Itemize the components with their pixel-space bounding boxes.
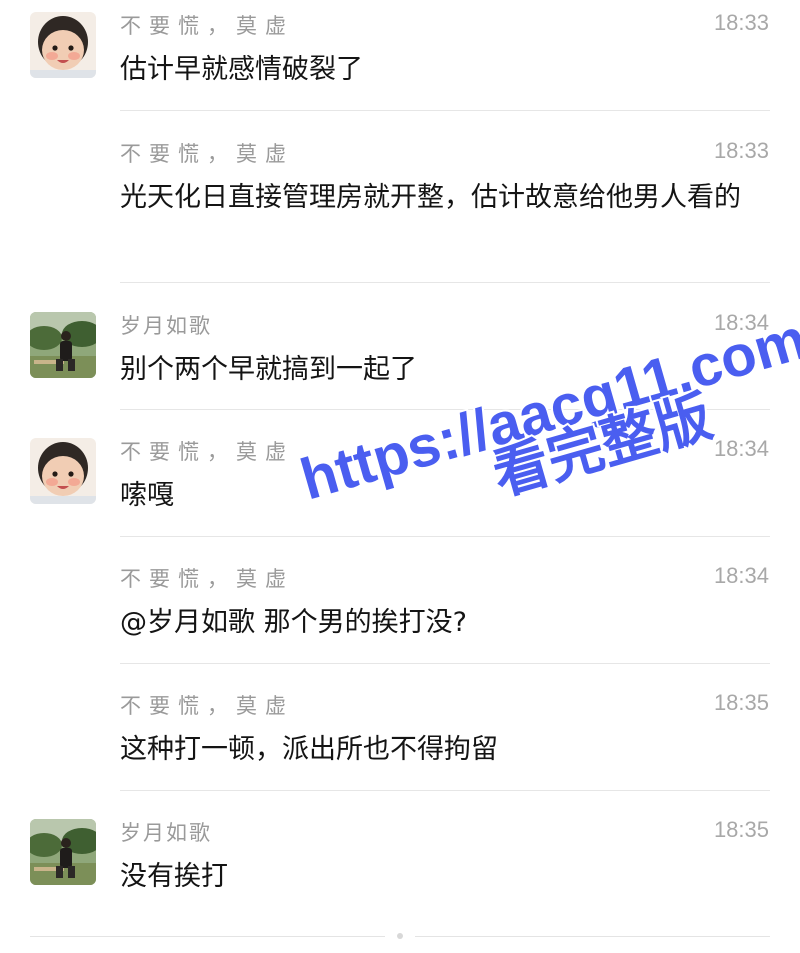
chat-message-list: 不要慌，莫虚 18:33 估计早就感情破裂了 不要慌，莫虚 18:33 光天化日… — [0, 0, 800, 953]
chat-message: 岁月如歌 18:34 别个两个早就搞到一起了 — [0, 300, 800, 410]
message-time: 18:34 — [713, 436, 769, 461]
chat-message: 不要慌，莫虚 18:33 光天化日直接管理房就开整，估计故意给他男人看的 — [0, 128, 800, 282]
message-text: 估计早就感情破裂了 — [120, 54, 363, 85]
sender-name: 不要慌，莫虚 — [120, 14, 294, 38]
message-text: 没有挨打 — [120, 861, 228, 892]
message-divider — [120, 790, 770, 791]
chat-message: 不要慌，莫虚 18:34 嗦嘎 — [0, 426, 800, 536]
message-text: 这种打一顿，派出所也不得拘留 — [120, 734, 498, 765]
message-divider — [120, 409, 770, 410]
man-avatar[interactable] — [30, 312, 96, 378]
message-divider — [120, 110, 770, 111]
chat-message: 不要慌，莫虚 18:33 估计早就感情破裂了 — [0, 0, 800, 110]
message-time: 18:34 — [713, 563, 769, 588]
sender-name: 不要慌，莫虚 — [120, 567, 294, 591]
message-divider — [120, 536, 770, 537]
sender-name: 不要慌，莫虚 — [120, 440, 294, 464]
footer-divider-right — [415, 936, 770, 937]
message-text: 嗦嘎 — [120, 480, 174, 511]
sender-name: 不要慌，莫虚 — [120, 142, 294, 166]
baby-avatar[interactable] — [30, 438, 96, 504]
footer-dot — [397, 933, 403, 939]
chat-message: 不要慌，莫虚 18:34 @岁月如歌 那个男的挨打没? — [0, 553, 800, 663]
message-time: 18:33 — [713, 10, 769, 35]
message-time: 18:35 — [713, 690, 769, 715]
message-text: 别个两个早就搞到一起了 — [120, 354, 417, 385]
footer-divider-left — [30, 936, 385, 937]
message-time: 18:33 — [713, 138, 769, 163]
message-divider — [120, 282, 770, 283]
message-text: 光天化日直接管理房就开整，估计故意给他男人看的 — [120, 182, 741, 213]
man-avatar[interactable] — [30, 819, 96, 885]
baby-avatar[interactable] — [30, 12, 96, 78]
message-time: 18:34 — [713, 310, 769, 335]
message-text: @岁月如歌 那个男的挨打没? — [120, 607, 467, 638]
chat-message: 不要慌，莫虚 18:35 这种打一顿，派出所也不得拘留 — [0, 680, 800, 790]
sender-name: 岁月如歌 — [120, 821, 212, 845]
sender-name: 不要慌，莫虚 — [120, 694, 294, 718]
message-divider — [120, 663, 770, 664]
sender-name: 岁月如歌 — [120, 314, 212, 338]
chat-message: 岁月如歌 18:35 没有挨打 — [0, 807, 800, 917]
message-time: 18:35 — [713, 817, 769, 842]
